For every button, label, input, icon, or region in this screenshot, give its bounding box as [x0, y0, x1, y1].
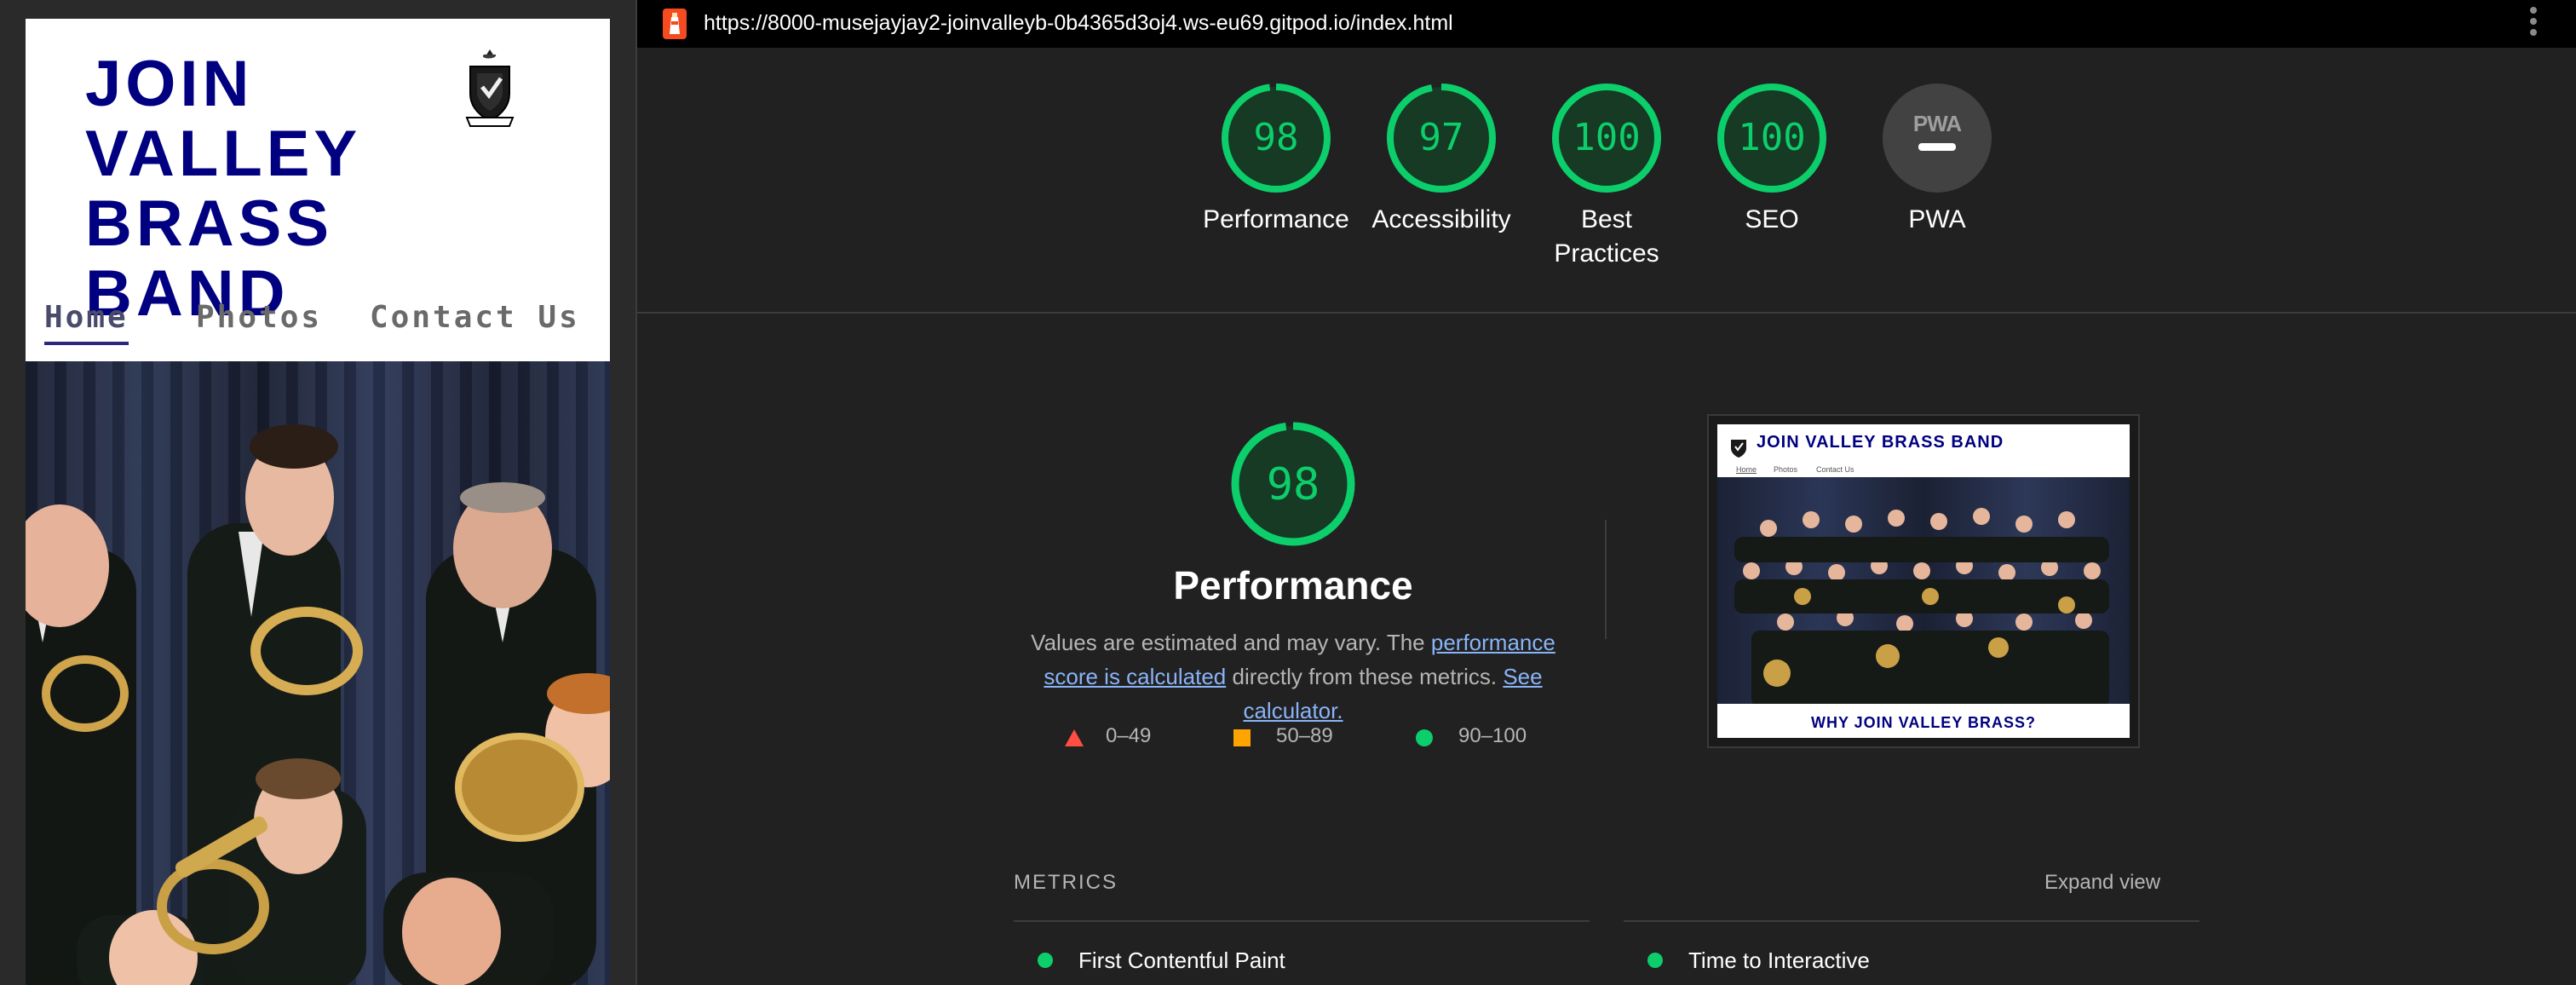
nav-home-link[interactable]: Home [44, 300, 129, 345]
fail-triangle-icon [1065, 729, 1084, 746]
performance-gauge: 98 [1222, 84, 1331, 193]
average-square-icon [1233, 729, 1251, 746]
seo-score-value: 100 [1738, 116, 1805, 159]
performance-label: Performance [1203, 205, 1349, 233]
thumb-cta-heading: WHY JOIN VALLEY BRASS? [1810, 714, 2037, 731]
pass-circle-icon [1038, 953, 1053, 968]
site-page: JOIN VALLEY BRASS BAND Home Photos Conta… [26, 19, 610, 985]
lighthouse-icon [663, 9, 687, 39]
accessibility-score-value: 97 [1419, 116, 1464, 159]
metrics-divider-left [1014, 920, 1590, 922]
score-performance[interactable]: 98 Performance [1195, 82, 1357, 237]
site-preview-panel: JOIN VALLEY BRASS BAND Home Photos Conta… [0, 0, 635, 985]
site-nav: Home Photos Contact Us [26, 300, 610, 351]
thumb-nav-contact: Contact Us [1816, 465, 1854, 474]
section-divider [637, 312, 2576, 314]
pwa-gauge: PWA [1883, 84, 1992, 193]
thumb-crest-icon [1731, 440, 1746, 458]
url-text[interactable]: https://8000-musejayjay2-joinvalleyb-0b4… [704, 11, 1453, 36]
seo-label: SEO [1745, 205, 1799, 233]
band-crest-icon [465, 49, 515, 127]
metrics-divider-right [1624, 920, 2199, 922]
thumb-site-title: JOIN VALLEY BRASS BAND [1757, 433, 2004, 452]
performance-divider [1605, 520, 1607, 639]
more-menu-icon[interactable] [2528, 7, 2539, 41]
pass-circle-icon [1647, 953, 1663, 968]
final-screenshot[interactable]: JOIN VALLEY BRASS BAND Home Photos Conta… [1707, 414, 2140, 748]
performance-description: Values are estimated and may vary. The p… [1031, 630, 1555, 723]
seo-gauge: 100 [1717, 84, 1826, 193]
best-practices-label: Best Practices [1554, 205, 1659, 268]
nav-photos-link[interactable]: Photos [196, 300, 322, 335]
score-pwa[interactable]: PWA PWA [1856, 82, 2018, 237]
band-photo-illustration [26, 424, 610, 985]
performance-large-gauge: 98 [1231, 422, 1355, 546]
thumb-band-illustration [1734, 508, 2109, 707]
metrics-heading: METRICS [1014, 871, 1118, 894]
best-practices-score-value: 100 [1573, 116, 1640, 159]
performance-large-score: 98 [1267, 459, 1320, 510]
screenshot-page: JOIN VALLEY BRASS BAND Home Photos Conta… [1717, 424, 2130, 738]
panel-divider [635, 0, 637, 985]
address-bar: https://8000-musejayjay2-joinvalleyb-0b4… [637, 0, 2576, 48]
score-accessibility[interactable]: 97 Accessibility [1360, 82, 1522, 237]
band-photo [26, 361, 610, 985]
pwa-label: PWA [1908, 205, 1966, 233]
pwa-badge-icon: PWA [1913, 111, 1962, 136]
expand-view-toggle[interactable]: Expand view [2044, 871, 2160, 895]
thumb-nav-home: Home [1736, 465, 1757, 474]
thumb-band-photo [1717, 477, 2130, 707]
performance-score-value: 98 [1254, 116, 1299, 159]
nav-contact-link[interactable]: Contact Us [370, 300, 580, 335]
score-seo[interactable]: 100 SEO [1691, 82, 1853, 237]
thumb-nav-photos: Photos [1774, 465, 1798, 474]
best-practices-gauge: 100 [1552, 84, 1661, 193]
accessibility-label: Accessibility [1371, 205, 1511, 233]
accessibility-gauge: 97 [1387, 84, 1496, 193]
pass-circle-icon [1416, 729, 1433, 746]
performance-heading: Performance [1173, 563, 1413, 608]
score-best-practices[interactable]: 100 Best Practices [1526, 82, 1688, 271]
